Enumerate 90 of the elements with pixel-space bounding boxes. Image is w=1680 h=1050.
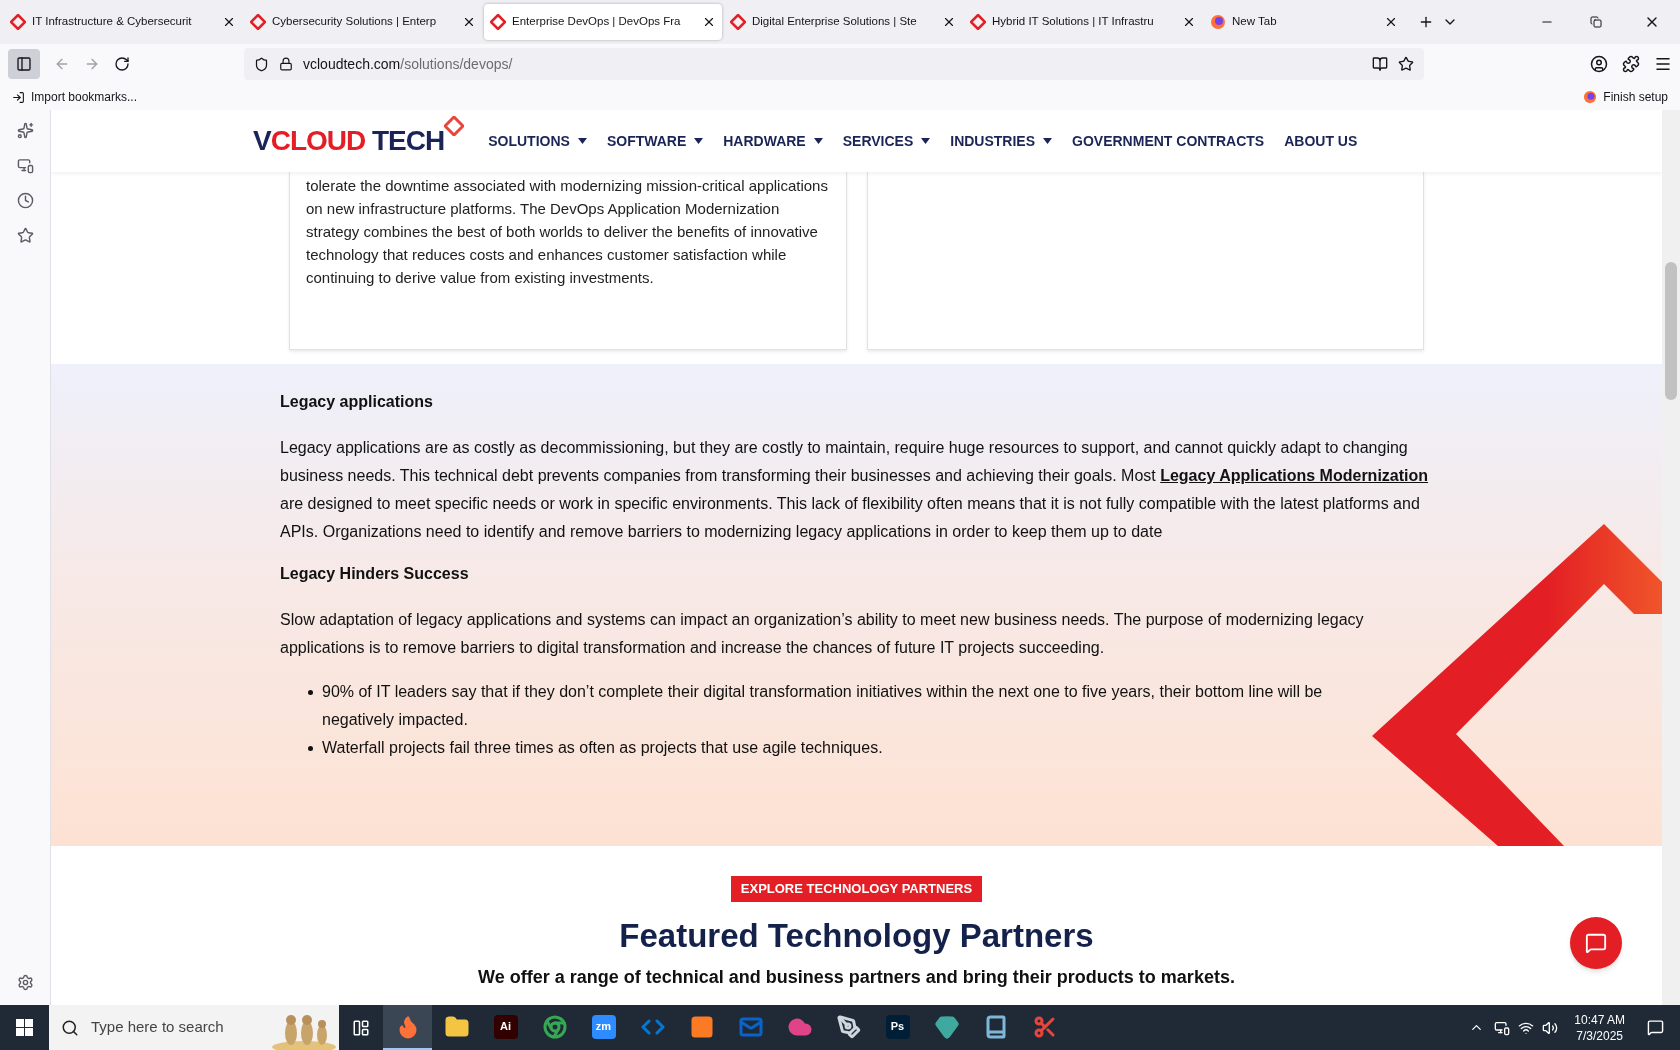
nav-item[interactable]: ABOUT US [1284,130,1358,152]
caret-icon[interactable] [813,138,823,144]
bookmark-star-icon[interactable] [1398,56,1414,72]
devices-icon[interactable] [16,157,34,174]
import-icon [12,90,25,104]
section-label: EXPLORE TECHNOLOGY PARTNERS [730,876,983,902]
app-icon: Ps [885,1014,910,1039]
section-subtitle: We offer a range of technical and business partners and bring their products to markets. [478,965,1235,989]
diamond-icon [250,14,266,30]
tray-icon[interactable] [1494,1019,1511,1036]
card-text: tolerate the downtime associated with modernizing mission-critical applications on new infrastructure platforms. The DevOps Application Modernization strategy combines the best of both worlds to deliver the benefits of innovative technology that reduces costs and enhances customer satisfaction while continuing to derive value from existing investments. [306,176,829,288]
reload-icon[interactable] [114,56,130,72]
text-link[interactable]: Legacy Applications Modernization [1160,467,1429,484]
browser-tab[interactable]: Enterprise DevOps | DevOps Fra [484,4,722,40]
taskbar-app[interactable] [383,1005,432,1050]
tab-title: IT Infrastructure & Cybersecurit [32,14,193,30]
browser-tab[interactable]: Cybersecurity Solutions | Enterp [244,4,482,40]
search-placeholder: Type here to search [91,1017,225,1038]
url-text: vcloudtech.com/solutions/devops/ [303,54,514,74]
taskbar-app[interactable]: Ai [481,1005,530,1050]
browser-logo-icon [1583,90,1598,104]
caret-icon[interactable] [921,138,931,144]
taskbar-app[interactable]: Ps [873,1005,922,1050]
paragraph: Legacy applications are as costly as decommissioning, but they are costly to maintain, require huge resources to support, and cannot quickly adapt to changing business needs. This technical debt prevents companies from transforming their businesses and achieving their goals. Most Legacy Applications Modernization are designed to meet specific needs or work in specific environments. This lack of flexibility often means that it is not fully compatible with the latest platforms and APIs. Organizations need to identify and remove barriers to modernizing legacy applications in order to keep them up to date [280,438,1430,542]
search-icon [61,1018,79,1037]
account-icon[interactable] [1590,55,1608,73]
close-icon[interactable] [462,15,476,29]
caret-icon[interactable] [577,138,587,144]
caret-icon[interactable] [1043,138,1053,144]
sparkle-icon[interactable] [16,122,34,139]
reader-view-icon[interactable] [1372,56,1388,72]
close-icon[interactable] [1384,15,1398,29]
tab-title: New Tab [1232,14,1278,30]
notifications-icon[interactable] [1647,1019,1664,1036]
bullet-icon [308,690,313,695]
history-icon[interactable] [16,192,34,209]
section-title: Featured Technology Partners [619,915,1094,956]
close-icon[interactable] [702,15,716,29]
diamond-icon [490,14,506,30]
scrollbar-thumb[interactable] [1665,262,1677,400]
finish-setup-link[interactable]: Finish setup [1603,88,1668,106]
tab-title: Cybersecurity Solutions | Enterp [272,14,438,30]
caret-icon[interactable] [694,138,704,144]
close-icon[interactable] [1182,15,1196,29]
menu-icon[interactable] [1654,55,1672,73]
app-icon: Ai [493,1014,518,1039]
app-icon: zm [591,1014,616,1039]
list-item: 90% of IT leaders say that if they don’t complete their digital transformation initiatives within the next one to five years, their bottom line will be negatively impacted. [322,682,1324,730]
tab-title: Digital Enterprise Solutions | Ste [752,14,918,30]
sidebar-toggle-button[interactable] [8,49,40,79]
chat-icon [1585,932,1607,954]
task-view-icon[interactable] [352,1018,370,1037]
sidebar-icon [16,56,32,72]
diamond-icon [970,14,986,30]
diamond-icon [730,14,746,30]
browser-tab[interactable]: IT Infrastructure & Cybersecurit [4,4,242,40]
volume-icon[interactable] [1542,1019,1559,1036]
clock[interactable]: 10:47 AM 7/3/2025 [1568,1011,1631,1044]
diamond-icon [10,14,26,30]
bullet-icon [308,746,313,751]
nav-item[interactable]: SERVICES [842,130,914,152]
section-heading: Legacy Hinders Success [280,564,470,584]
nav-item[interactable]: SOLUTIONS [488,130,570,152]
nav-item[interactable]: SOFTWARE [606,130,687,152]
close-icon[interactable] [942,15,956,29]
extensions-icon[interactable] [1622,55,1640,73]
browser-tab[interactable]: New Tab [1204,4,1404,40]
close-icon[interactable] [222,15,236,29]
list-item: Waterfall projects fail three times as often as projects that use agile techniques. [322,738,884,758]
nav-item[interactable]: INDUSTRIES [950,130,1036,152]
shield-icon[interactable] [254,56,269,72]
tab-title: Enterprise DevOps | DevOps Fra [512,14,682,30]
nav-item[interactable]: HARDWARE [723,130,806,152]
new-tab-icon[interactable] [1418,14,1434,30]
nav-item[interactable]: GOVERNMENT CONTRACTS [1072,130,1265,152]
restore-icon[interactable] [1590,16,1602,28]
bookmark-link[interactable]: Import bookmarks... [31,88,138,106]
browser-logo-icon [1210,14,1226,30]
browser-tab[interactable]: Hybrid IT Solutions | IT Infrastru [964,4,1202,40]
lock-icon[interactable] [279,57,293,71]
browser-tab[interactable]: Digital Enterprise Solutions | Ste [724,4,962,40]
bookmarks-icon[interactable] [16,227,34,244]
taskbar-search-field[interactable]: Type here to search [49,1005,339,1050]
tab-title: Hybrid IT Solutions | IT Infrastru [992,14,1155,30]
chat-button[interactable] [1570,917,1622,969]
section-heading: Legacy applications [280,392,434,412]
address-bar[interactable]: vcloudtech.com/solutions/devops/ [244,48,1424,80]
settings-icon[interactable] [16,974,34,991]
paragraph: Slow adaptation of legacy applications and systems can impact an organization’s ability to meet new business needs. The purpose of modernizing legacy applications is to remove barriers to digital transformation and increase the chances of future IT projects succeeding. [280,610,1365,658]
windows-logo-icon[interactable] [16,1019,33,1036]
